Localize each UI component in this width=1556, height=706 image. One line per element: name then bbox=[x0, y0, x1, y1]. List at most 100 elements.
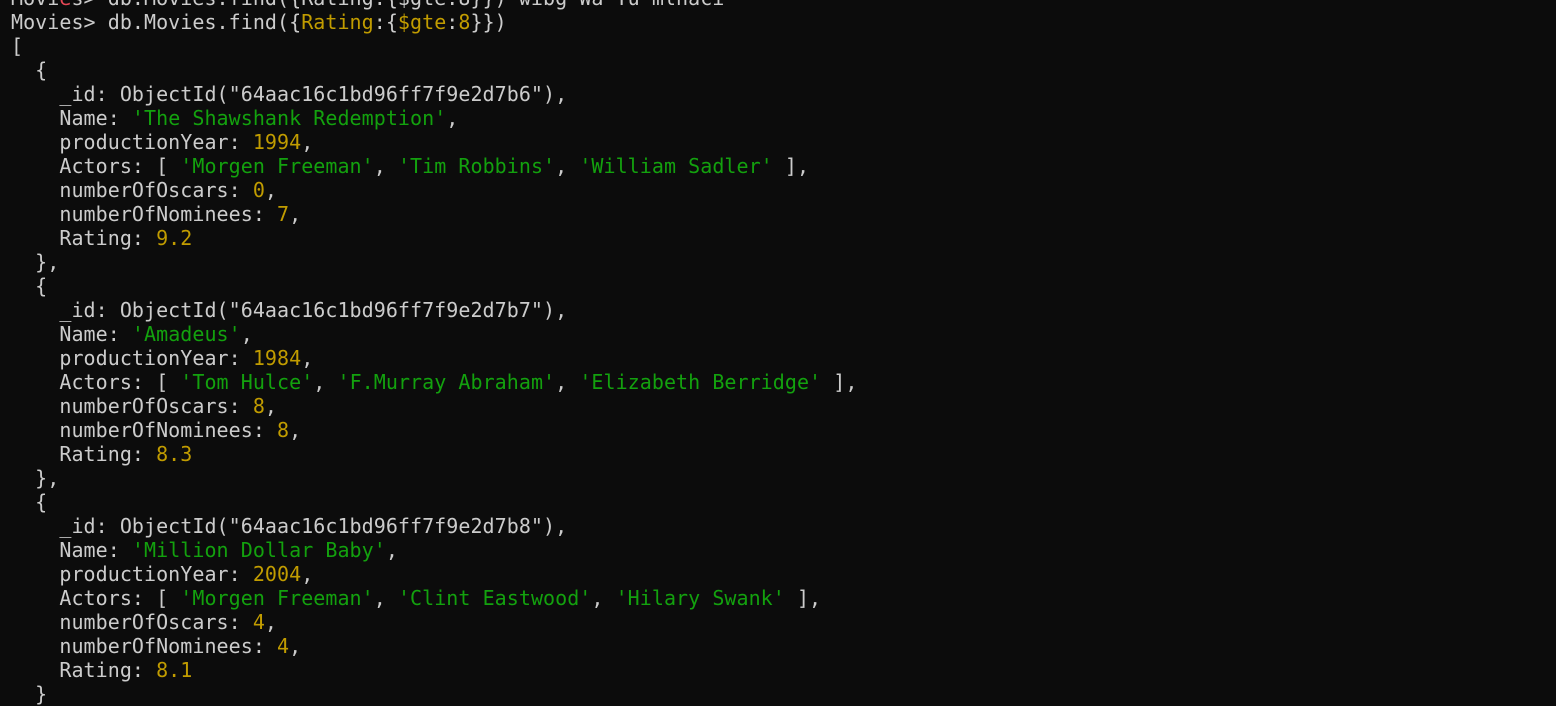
code-text: numberOfOscars: bbox=[11, 178, 253, 202]
code-text: }, bbox=[11, 250, 60, 274]
terminal-line: [ bbox=[11, 34, 1551, 58]
code-text: numberOfOscars: bbox=[11, 610, 253, 634]
code-text: numberOfNominees: bbox=[11, 634, 278, 658]
code-text: ], bbox=[784, 586, 822, 610]
string-literal: 'Elizabeth Berridge' bbox=[579, 370, 822, 394]
number-literal: 7 bbox=[277, 202, 290, 226]
code-text: _id: ObjectId("64aac16c1bd96ff7f9e2d7b8"… bbox=[11, 514, 568, 538]
terminal-line: Movies> db.Movies.find({Rating:{$gte:8}}… bbox=[11, 10, 1551, 34]
number-literal: 8 bbox=[458, 10, 471, 34]
code-text: numberOfNominees: bbox=[11, 418, 278, 442]
code-text: } bbox=[11, 682, 48, 706]
code-text: Name: bbox=[11, 322, 132, 346]
code-text: _id: ObjectId("64aac16c1bd96ff7f9e2d7b7"… bbox=[11, 298, 568, 322]
code-text: { bbox=[11, 274, 48, 298]
code-text: , bbox=[555, 370, 580, 394]
code-text: e bbox=[59, 0, 71, 10]
code-text: Movies> db.Movies.find({ bbox=[11, 10, 302, 34]
terminal-line: numberOfOscars: 4, bbox=[11, 610, 1551, 634]
string-literal: 'F.Murray Abraham' bbox=[337, 370, 556, 394]
terminal-line: numberOfOscars: 8, bbox=[11, 394, 1551, 418]
code-text: : bbox=[446, 10, 459, 34]
terminal-line: { bbox=[11, 490, 1551, 514]
terminal-line: productionYear: 2004, bbox=[11, 562, 1551, 586]
number-literal: $gte bbox=[397, 10, 447, 34]
code-text: Rating: bbox=[11, 658, 157, 682]
terminal-line: Actors: [ 'Morgen Freeman', 'Clint Eastw… bbox=[11, 586, 1551, 610]
terminal-line: }, bbox=[11, 466, 1551, 490]
terminal-line: numberOfNominees: 4, bbox=[11, 634, 1551, 658]
terminal-line: productionYear: 1984, bbox=[11, 346, 1551, 370]
code-text: , bbox=[301, 346, 314, 370]
code-text: , bbox=[385, 538, 398, 562]
code-text: , bbox=[591, 586, 616, 610]
code-text: Name: bbox=[11, 538, 132, 562]
number-literal: 4 bbox=[277, 634, 290, 658]
code-text: Rating: bbox=[11, 226, 157, 250]
terminal-line: Rating: 8.3 bbox=[11, 442, 1551, 466]
code-text: Actors: [ bbox=[11, 586, 181, 610]
code-text: numberOfNominees: bbox=[11, 202, 278, 226]
code-text: Actors: [ bbox=[11, 154, 181, 178]
terminal-line: _id: ObjectId("64aac16c1bd96ff7f9e2d7b6"… bbox=[11, 82, 1551, 106]
string-literal: 'Clint Eastwood' bbox=[397, 586, 592, 610]
terminal-line: Name: 'Million Dollar Baby', bbox=[11, 538, 1551, 562]
code-text: , bbox=[240, 322, 253, 346]
terminal-line: Movies> db.Movies.find({Rating:{$gte:8}}… bbox=[11, 0, 1551, 10]
code-text: s> db.Movies.find({Rating:{$gte:8}}) wib… bbox=[71, 0, 724, 10]
code-text: , bbox=[446, 106, 459, 130]
code-text: :{ bbox=[373, 10, 398, 34]
terminal-line: } bbox=[11, 682, 1551, 706]
code-text: , bbox=[301, 562, 314, 586]
terminal-line: productionYear: 1994, bbox=[11, 130, 1551, 154]
terminal-line: Actors: [ 'Morgen Freeman', 'Tim Robbins… bbox=[11, 154, 1551, 178]
code-text: , bbox=[373, 586, 398, 610]
code-text: , bbox=[264, 610, 278, 634]
code-text: , bbox=[289, 202, 302, 226]
code-text: productionYear: bbox=[11, 130, 253, 154]
code-text: [ bbox=[11, 34, 24, 58]
code-text: productionYear: bbox=[11, 346, 253, 370]
number-literal: Rating bbox=[301, 10, 374, 34]
code-text: , bbox=[373, 154, 398, 178]
number-literal: 1984 bbox=[252, 346, 302, 370]
string-literal: 'Amadeus' bbox=[131, 322, 241, 346]
terminal-output[interactable]: Movies> db.Movies.find({Rating:{$gte:8}}… bbox=[11, 0, 1551, 706]
number-literal: 0 bbox=[252, 178, 265, 202]
code-text: , bbox=[289, 418, 302, 442]
code-text: , bbox=[555, 154, 580, 178]
code-text: }, bbox=[11, 466, 60, 490]
terminal-line: numberOfNominees: 7, bbox=[11, 202, 1551, 226]
terminal-line: Rating: 8.1 bbox=[11, 658, 1551, 682]
terminal-line: numberOfOscars: 0, bbox=[11, 178, 1551, 202]
code-text: , bbox=[264, 394, 278, 418]
code-text: Rating: bbox=[11, 442, 157, 466]
number-literal: 8 bbox=[277, 418, 290, 442]
number-literal: 1994 bbox=[252, 130, 302, 154]
terminal-line: numberOfNominees: 8, bbox=[11, 418, 1551, 442]
code-text: numberOfOscars: bbox=[11, 394, 253, 418]
string-literal: 'William Sadler' bbox=[579, 154, 773, 178]
number-literal: 8.1 bbox=[156, 658, 193, 682]
string-literal: 'Hilary Swank' bbox=[615, 586, 785, 610]
code-text: ], bbox=[772, 154, 810, 178]
code-text: Actors: [ bbox=[11, 370, 181, 394]
code-text: }}) bbox=[470, 10, 507, 34]
terminal-line: Name: 'The Shawshank Redemption', bbox=[11, 106, 1551, 130]
string-literal: 'The Shawshank Redemption' bbox=[131, 106, 447, 130]
number-literal: 8 bbox=[252, 394, 265, 418]
code-text: , bbox=[313, 370, 338, 394]
code-text: , bbox=[301, 130, 314, 154]
code-text: Name: bbox=[11, 106, 132, 130]
code-text: , bbox=[289, 634, 302, 658]
terminal-line: }, bbox=[11, 250, 1551, 274]
string-literal: 'Tom Hulce' bbox=[180, 370, 314, 394]
number-literal: 9.2 bbox=[156, 226, 193, 250]
string-literal: 'Morgen Freeman' bbox=[180, 154, 374, 178]
terminal-line: Rating: 9.2 bbox=[11, 226, 1551, 250]
string-literal: 'Million Dollar Baby' bbox=[131, 538, 386, 562]
code-text: Movi bbox=[11, 0, 59, 10]
number-literal: 8.3 bbox=[156, 442, 193, 466]
terminal-line: { bbox=[11, 274, 1551, 298]
code-text: { bbox=[11, 490, 48, 514]
